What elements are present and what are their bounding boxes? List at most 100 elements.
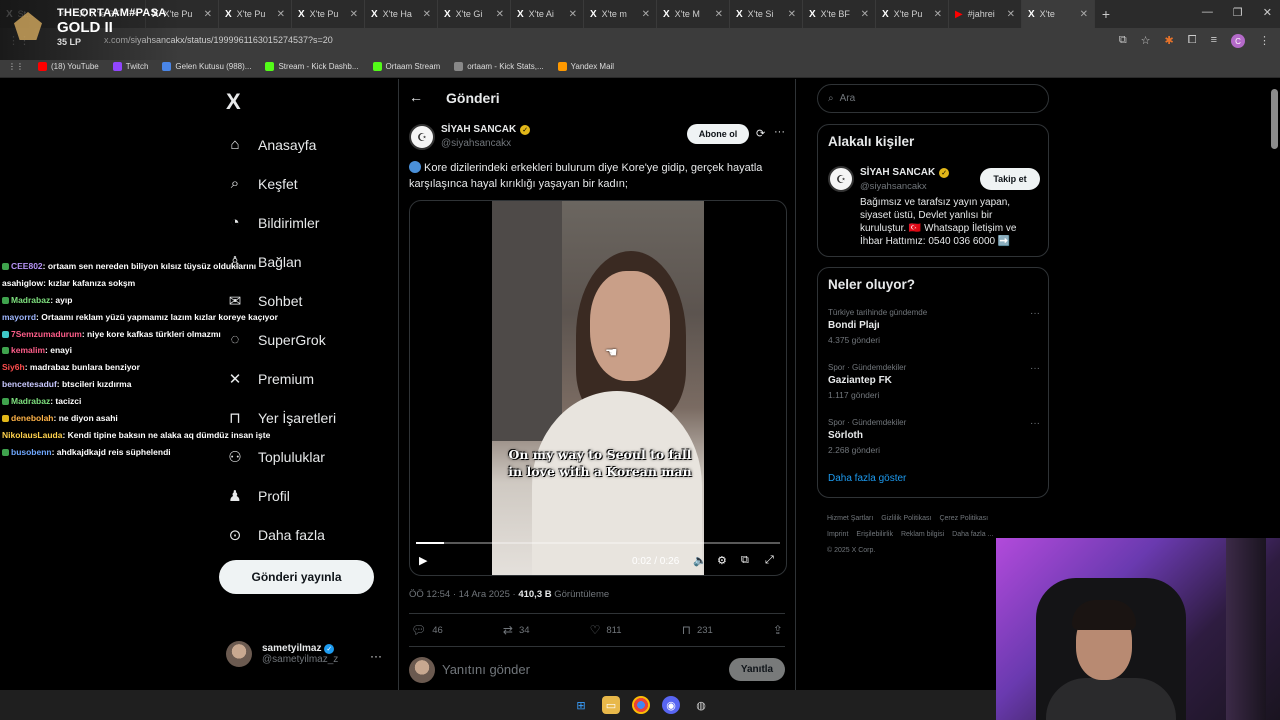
star-icon[interactable]: ☆: [1141, 34, 1151, 48]
browser-tab[interactable]: X X'te Pu ✕: [292, 0, 365, 28]
more-dots-icon[interactable]: ···: [1030, 418, 1040, 429]
share-action[interactable]: ⇪: [773, 623, 783, 637]
file-explorer-icon[interactable]: ▭: [602, 696, 620, 714]
like-action[interactable]: ♡ 811: [590, 623, 622, 637]
close-tab-icon[interactable]: ✕: [204, 9, 212, 20]
browser-tab[interactable]: ▶ #jahrei ✕: [949, 0, 1022, 28]
trend-item[interactable]: Spor · Gündemdekiler Sörloth 2.268 gönderi…: [828, 418, 1040, 455]
bookmark-item[interactable]: Ortaam Stream: [372, 62, 440, 71]
volume-icon[interactable]: 🔈: [693, 554, 707, 567]
back-arrow-icon[interactable]: ←: [409, 89, 423, 105]
search-input[interactable]: ⌕ Ara: [817, 84, 1049, 113]
more-dots-icon[interactable]: ···: [774, 126, 785, 138]
fullscreen-icon[interactable]: ⤢: [765, 554, 774, 567]
related-avatar[interactable]: ☪: [828, 166, 854, 192]
footer-link[interactable]: Daha fazla ...: [952, 531, 993, 538]
footer-link[interactable]: Hizmet Şartları: [827, 515, 873, 522]
browser-tab[interactable]: X X'te m ✕: [584, 0, 657, 28]
browser-tab[interactable]: X X'te Ai ✕: [511, 0, 584, 28]
related-handle[interactable]: @siyahsancakx: [860, 181, 927, 192]
author-avatar[interactable]: ☪: [409, 124, 435, 150]
discord-icon[interactable]: ◉: [662, 696, 680, 714]
browser-tab[interactable]: X X'te BF ✕: [803, 0, 876, 28]
video-progress-track[interactable]: [416, 542, 780, 544]
close-tab-icon[interactable]: ✕: [788, 9, 796, 20]
footer-link[interactable]: Reklam bilgisi: [901, 531, 944, 538]
post-button[interactable]: Gönderi yayınla: [219, 560, 374, 594]
close-tab-icon[interactable]: ✕: [350, 9, 358, 20]
show-more-link[interactable]: Daha fazla göster: [828, 473, 906, 484]
browser-tab[interactable]: X X'te M ✕: [657, 0, 730, 28]
bookmark-item[interactable]: Twitch: [112, 62, 148, 71]
bookmark-item[interactable]: Yandex Mail: [557, 62, 614, 71]
footer-link[interactable]: Imprint: [827, 531, 848, 538]
browser-tab[interactable]: X X'te Gi ✕: [438, 0, 511, 28]
close-tab-icon[interactable]: ✕: [715, 9, 723, 20]
play-icon[interactable]: ▶: [419, 554, 427, 567]
close-tab-icon[interactable]: ✕: [861, 9, 869, 20]
nav-item-profile[interactable]: ♟ Profil: [226, 476, 336, 515]
close-tab-icon[interactable]: ✕: [642, 9, 650, 20]
footer-link[interactable]: Çerez Politikası: [939, 515, 988, 522]
related-name-row[interactable]: SİYAH SANCAK ✓: [860, 167, 950, 178]
reply-input[interactable]: Yanıtını gönder: [442, 662, 530, 677]
browser-tab[interactable]: X X'te Pu ✕: [219, 0, 292, 28]
close-tab-icon[interactable]: ✕: [569, 9, 577, 20]
nav-item-more-circle[interactable]: ⊙ Daha fazla: [226, 515, 336, 554]
follow-button[interactable]: Takip et: [980, 168, 1040, 190]
author-name-row[interactable]: SİYAH SANCAK ✓: [441, 124, 531, 135]
subscribe-button[interactable]: Abone ol: [687, 124, 749, 144]
close-tab-icon[interactable]: ✕: [934, 9, 942, 20]
apps-icon[interactable]: ⋮⋮: [8, 62, 24, 71]
profile-avatar-icon[interactable]: C: [1231, 34, 1245, 48]
bookmark-item[interactable]: ortaam - Kick Stats,...: [454, 62, 544, 71]
windows-start-icon[interactable]: ⊞: [572, 696, 590, 714]
repost-action[interactable]: ⇄ 34: [503, 623, 530, 637]
chat-message: asahiglow: kızlar kafanıza sokşm: [2, 275, 302, 292]
obs-icon[interactable]: ◍: [692, 696, 710, 714]
close-tab-icon[interactable]: ✕: [496, 9, 504, 20]
restore-icon[interactable]: ❐: [1233, 6, 1243, 19]
author-handle[interactable]: @siyahsancakx: [441, 138, 511, 149]
chrome-icon[interactable]: [632, 696, 650, 714]
menu-icon[interactable]: ⋮: [1259, 34, 1270, 48]
bookmark-item[interactable]: Gelen Kutusu (988)...: [162, 62, 251, 71]
close-tab-icon[interactable]: ✕: [1007, 9, 1015, 20]
grok-icon[interactable]: ⟳: [756, 127, 765, 140]
trend-item[interactable]: Spor · Gündemdekiler Gaziantep FK 1.117 gö…: [828, 363, 1040, 400]
close-window-icon[interactable]: ✕: [1263, 6, 1272, 19]
new-tab-icon[interactable]: +: [1095, 6, 1117, 22]
account-switcher[interactable]: sametyilmaz ✓ @sametyilmaz_z: [226, 641, 338, 667]
settings-icon[interactable]: ⚙: [717, 554, 727, 567]
trend-item[interactable]: Türkiye tarihinde gündemde Bondi Plajı 4.3…: [828, 308, 1040, 345]
reply-action[interactable]: 💬︎ 46: [411, 623, 443, 637]
reply-button[interactable]: Yanıtla: [729, 658, 785, 681]
browser-tab[interactable]: X X'te Ha ✕: [365, 0, 438, 28]
footer-link[interactable]: Gizlilik Politikası: [881, 515, 931, 522]
bookmark-item[interactable]: Stream - Kick Dashb...: [265, 62, 359, 71]
footer-link[interactable]: Erişilebilirlik: [856, 531, 893, 538]
bookmark-action[interactable]: ⊓ 231: [682, 623, 713, 637]
cast-icon[interactable]: ⧉: [1119, 34, 1127, 48]
pip-icon[interactable]: ⧉: [741, 554, 749, 567]
scroll-thumb[interactable]: [1271, 89, 1278, 149]
browser-tab[interactable]: X X'te ✕: [1022, 0, 1095, 28]
x-logo-icon[interactable]: X: [226, 89, 241, 115]
more-dots-icon[interactable]: ···: [1030, 308, 1040, 319]
more-dots-icon[interactable]: ···: [370, 649, 382, 663]
extension-icon[interactable]: ✱: [1165, 34, 1174, 48]
more-dots-icon[interactable]: ···: [1030, 363, 1040, 374]
reading-list-icon[interactable]: ≡: [1211, 34, 1217, 48]
nav-item-search[interactable]: ⌕ Keşfet: [226, 164, 336, 203]
nav-item-bell[interactable]: ◔ Bildirimler: [226, 203, 336, 242]
bookmark-item[interactable]: (18) YouTube: [38, 62, 99, 71]
close-tab-icon[interactable]: ✕: [423, 9, 431, 20]
close-tab-icon[interactable]: ✕: [277, 9, 285, 20]
browser-tab[interactable]: X X'te Pu ✕: [876, 0, 949, 28]
minimize-icon[interactable]: —: [1202, 6, 1213, 19]
browser-tab[interactable]: X X'te Si ✕: [730, 0, 803, 28]
close-tab-icon[interactable]: ✕: [1080, 9, 1088, 20]
puzzle-icon[interactable]: ⧠: [1188, 34, 1197, 48]
video-player[interactable]: On my way to Seoul to fall in love with …: [409, 200, 787, 576]
nav-item-home[interactable]: ⌂ Anasayfa: [226, 125, 336, 164]
